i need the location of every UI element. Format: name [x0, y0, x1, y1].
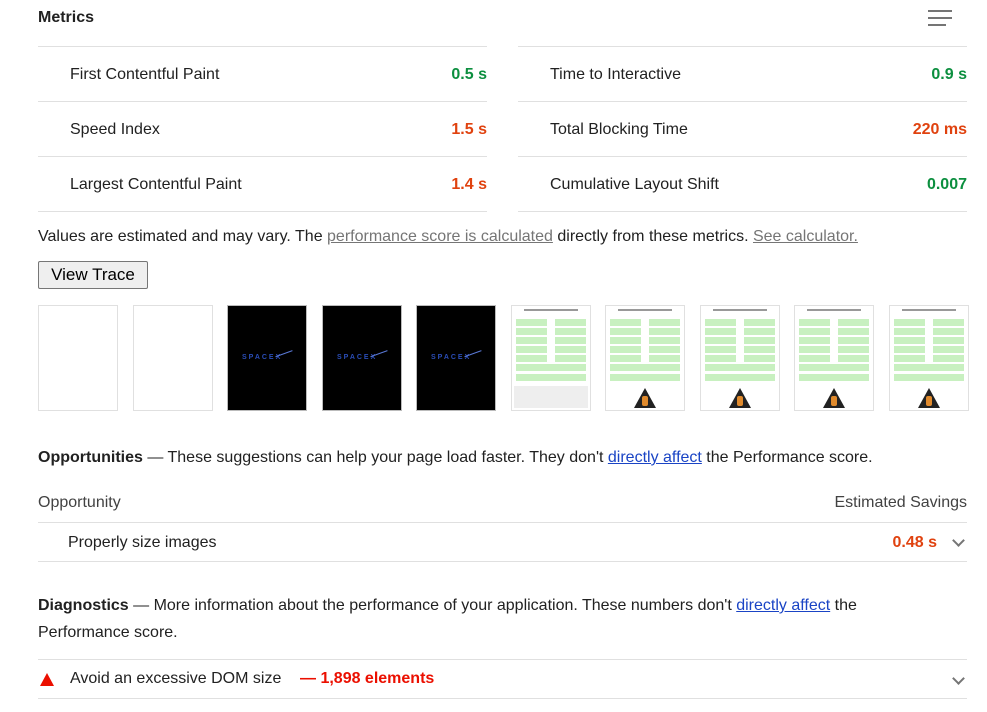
metric-value: 0.5 s — [451, 66, 487, 83]
opportunities-heading: Opportunities — These suggestions can he… — [38, 448, 873, 468]
thumbnail-grid — [799, 319, 869, 384]
rocket-icon — [634, 388, 656, 408]
metric-label: First Contentful Paint — [70, 66, 220, 83]
diagnostics-title: Diagnostics — [38, 597, 129, 614]
chevron-down-icon[interactable] — [952, 534, 965, 547]
metric-row: Speed Index 1.5 s — [38, 101, 487, 156]
filmstrip-frame — [605, 305, 685, 411]
warning-triangle-icon — [40, 673, 54, 686]
metrics-column-right: Time to Interactive 0.9 s Total Blocking… — [518, 46, 967, 212]
heading-dash: — — [142, 449, 168, 466]
metrics-column-left: First Contentful Paint 0.5 s Speed Index… — [38, 46, 487, 212]
diagnostic-item[interactable]: Avoid an excessive DOM size — 1,898 elem… — [38, 659, 967, 699]
rocket-icon — [918, 388, 940, 408]
filmstrip-frame: SPACEX — [227, 305, 307, 411]
thumbnail-title — [713, 309, 767, 311]
thumbnail-title — [524, 309, 578, 311]
metric-value: 220 ms — [912, 121, 967, 138]
opportunity-table-header: Opportunity Estimated Savings — [38, 494, 967, 523]
filmstrip-frame: SPACEX — [322, 305, 402, 411]
metrics-title: Metrics — [38, 9, 95, 26]
metric-row: Total Blocking Time 220 ms — [518, 101, 967, 156]
directly-affect-link[interactable]: directly affect — [608, 449, 702, 466]
thumbnail-panel — [514, 386, 588, 408]
filmstrip: SPACEX SPACEX SPACEX — [38, 305, 969, 411]
thumbnail-grid — [610, 319, 680, 384]
heading-dash: — — [128, 597, 154, 614]
rocket-icon — [823, 388, 845, 408]
spacex-logo: SPACEX — [431, 354, 472, 361]
savings-column-header: Estimated Savings — [834, 494, 967, 511]
metric-row: Largest Contentful Paint 1.4 s — [38, 156, 487, 212]
thumbnail-title — [807, 309, 861, 311]
metric-row: Time to Interactive 0.9 s — [518, 46, 967, 101]
filmstrip-frame — [38, 305, 118, 411]
spacex-logo: SPACEX — [337, 354, 378, 361]
directly-affect-link[interactable]: directly affect — [736, 597, 830, 614]
rocket-icon — [729, 388, 751, 408]
opportunity-title: Properly size images — [68, 534, 217, 551]
metric-value: 1.5 s — [451, 121, 487, 138]
thumbnail-grid — [516, 319, 586, 384]
spacex-logo: SPACEX — [242, 354, 283, 361]
note-text: directly from these metrics. — [552, 228, 749, 245]
metric-row: Cumulative Layout Shift 0.007 — [518, 156, 967, 212]
opportunities-title: Opportunities — [38, 449, 143, 466]
metric-label: Cumulative Layout Shift — [550, 176, 719, 193]
metric-label: Total Blocking Time — [550, 121, 688, 138]
thumbnail-title — [902, 309, 956, 311]
metric-label: Largest Contentful Paint — [70, 176, 242, 193]
diagnostics-description: More information about the performance o… — [153, 597, 737, 614]
opportunities-description: These suggestions can help your page loa… — [167, 449, 608, 466]
note-text: Values are estimated and may vary. The — [38, 228, 328, 245]
metrics-view-toggle-icon[interactable] — [928, 10, 952, 28]
filmstrip-frame — [511, 305, 591, 411]
chevron-down-icon[interactable] — [952, 672, 965, 685]
filmstrip-frame — [133, 305, 213, 411]
diagnostics-heading: Diagnostics — More information about the… — [38, 592, 938, 646]
opportunities-description-end: the Performance score. — [701, 449, 873, 466]
filmstrip-frame — [700, 305, 780, 411]
metric-label: Time to Interactive — [550, 66, 682, 83]
metrics-header: Metrics — [38, 8, 967, 30]
diagnostic-value: — 1,898 elements — [300, 670, 435, 687]
filmstrip-frame — [794, 305, 874, 411]
opportunity-item[interactable]: Properly size images 0.48 s — [38, 523, 967, 562]
metric-value: 0.9 s — [931, 66, 967, 83]
metric-row: First Contentful Paint 0.5 s — [38, 46, 487, 101]
filmstrip-frame — [889, 305, 969, 411]
metric-label: Speed Index — [70, 121, 160, 138]
thumbnail-title — [618, 309, 672, 311]
view-trace-button[interactable]: View Trace — [38, 261, 148, 289]
metric-value: 0.007 — [926, 176, 967, 193]
thumbnail-grid — [705, 319, 775, 384]
metrics-note: Values are estimated and may vary. The p… — [38, 227, 858, 247]
opportunity-savings: 0.48 s — [892, 534, 937, 551]
filmstrip-frame: SPACEX — [416, 305, 496, 411]
score-calculated-link[interactable]: performance score is calculated — [327, 228, 553, 245]
metric-value: 1.4 s — [451, 176, 487, 193]
thumbnail-grid — [894, 319, 964, 384]
see-calculator-link[interactable]: See calculator. — [753, 228, 858, 245]
diagnostic-title: Avoid an excessive DOM size — [70, 670, 282, 687]
opportunity-column-header: Opportunity — [38, 494, 121, 511]
